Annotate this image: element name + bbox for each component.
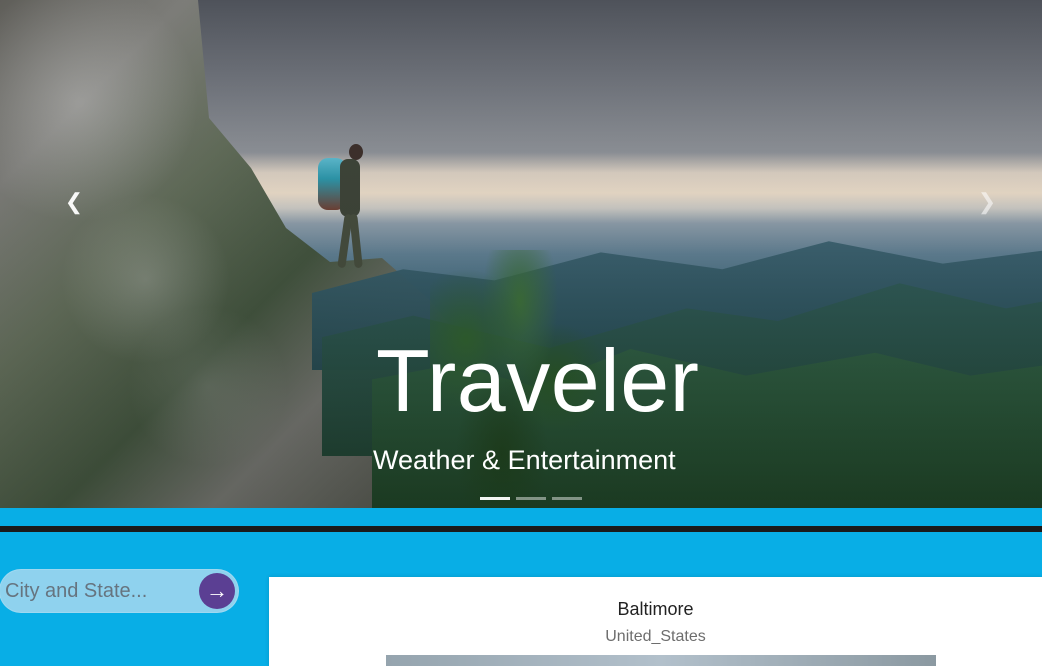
hero-title: Traveler [376,331,700,430]
result-city: Baltimore [617,599,694,619]
carousel-next-button[interactable]: ❯ [975,190,999,214]
arrow-right-icon: → [206,578,228,603]
result-country: United_States [605,628,706,645]
divider-line [0,526,1042,532]
carousel-prev-button[interactable]: ❮ [62,190,86,214]
carousel-indicators [480,497,582,500]
carousel-indicator-1[interactable] [480,497,510,500]
result-image [386,655,936,666]
chevron-left-icon: ❮ [64,189,84,214]
search-button[interactable]: → [199,573,235,609]
result-card: Baltimore United_States [269,577,1042,666]
hero-overlay [0,0,1042,508]
carousel-indicator-3[interactable] [552,497,582,500]
carousel-indicator-2[interactable] [516,497,546,500]
search-input[interactable] [0,569,191,613]
search-box: → [0,569,239,613]
chevron-right-icon: ❯ [977,189,997,214]
hero-subtitle: Weather & Entertainment [373,445,676,475]
hero-banner: ❮ ❯ Traveler Weather & Entertainment [0,0,1042,508]
